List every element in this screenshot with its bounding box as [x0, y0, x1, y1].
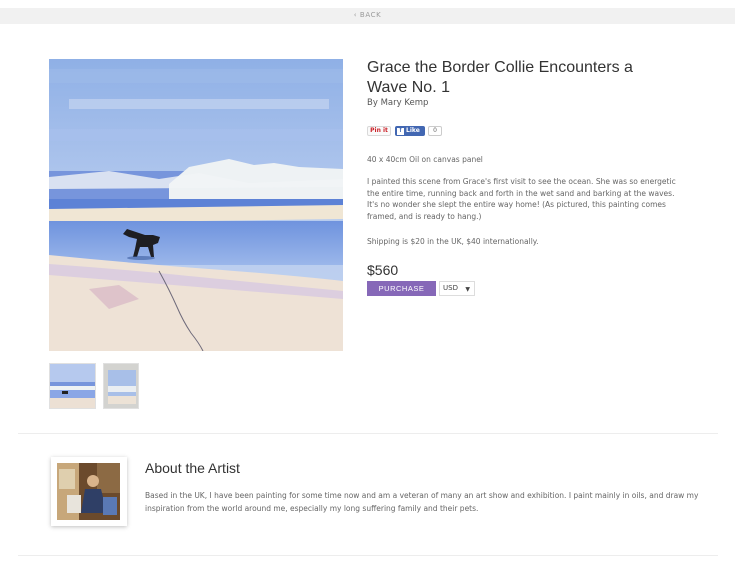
caret-down-icon: ▼ — [465, 286, 470, 293]
currency-select[interactable]: USD ▼ — [439, 281, 475, 296]
facebook-icon: f — [397, 128, 404, 135]
painting-dimensions: 40 x 40cm Oil on canvas panel — [367, 155, 483, 164]
shipping-info: Shipping is $20 in the UK, $40 internati… — [367, 237, 539, 246]
artist-photo — [57, 463, 120, 520]
facebook-like-label: Like — [406, 127, 420, 134]
about-artist-heading: About the Artist — [145, 460, 240, 476]
artist-photo-frame — [51, 457, 127, 526]
product-title: Grace the Border Collie Encounters a Wav… — [367, 59, 633, 96]
painting-main-image[interactable] — [49, 59, 343, 351]
painting-description: I painted this scene from Grace's first … — [367, 177, 676, 221]
framed-painting-thumbnail[interactable] — [103, 363, 139, 409]
price: $560 — [367, 262, 399, 278]
back-link[interactable]: ‹ BACK — [0, 11, 735, 19]
artist-name[interactable]: By Mary Kemp — [367, 98, 428, 108]
about-artist-text: Based in the UK, I have been painting fo… — [145, 491, 699, 513]
purchase-button[interactable]: PURCHASE — [367, 281, 436, 296]
painting-thumbnail[interactable] — [49, 363, 96, 409]
facebook-like-button[interactable]: f Like — [395, 126, 425, 136]
section-divider — [18, 433, 718, 434]
pinterest-pin-button[interactable]: Pin it — [367, 126, 391, 136]
top-nav-bar: ‹ BACK — [0, 8, 735, 24]
section-divider — [18, 555, 718, 556]
facebook-like-count: 0 — [428, 126, 442, 136]
currency-value: USD — [443, 284, 458, 292]
